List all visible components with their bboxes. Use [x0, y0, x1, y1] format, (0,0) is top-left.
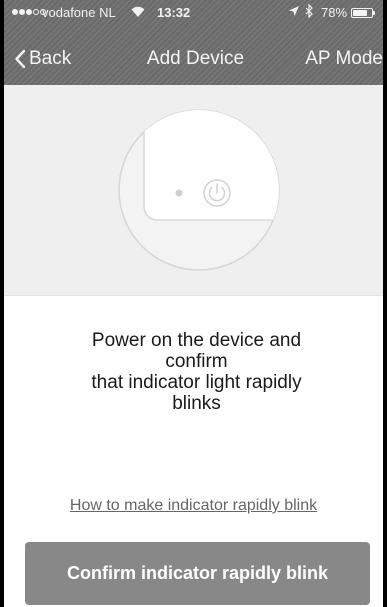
signal-dot	[12, 9, 18, 15]
bluetooth-icon	[305, 4, 313, 18]
nav-bar: Add Device Back AP Mode	[4, 42, 383, 76]
confirm-button[interactable]: Confirm indicator rapidly blink	[25, 542, 370, 605]
indicator-light-icon	[175, 189, 183, 197]
help-link[interactable]: How to make indicator rapidly blink	[4, 497, 383, 515]
clock: 13:32	[157, 5, 191, 20]
location-arrow-icon	[289, 6, 299, 16]
battery-icon	[351, 8, 373, 18]
screen: vodafone NL 13:32 78% Add Device Back AP…	[4, 0, 383, 607]
battery-tip	[373, 11, 375, 15]
signal-dot	[33, 9, 39, 15]
ap-mode-button[interactable]: AP Mode	[305, 42, 383, 76]
device-icon	[118, 109, 280, 271]
signal-dot	[26, 9, 32, 15]
carrier-name: vodafone NL	[42, 5, 116, 20]
instruction-line: Power on the device and	[91, 330, 302, 351]
back-button[interactable]: Back	[14, 42, 71, 76]
battery-percent: 78%	[321, 5, 348, 20]
instruction-line: that indicator light rapidly	[91, 372, 302, 393]
battery-fill	[353, 10, 368, 16]
instruction-line: blinks	[172, 393, 221, 414]
instruction-text: Power on the device and confirm that ind…	[44, 330, 349, 414]
status-bar: vodafone NL 13:32 78%	[4, 0, 383, 24]
device-illustration	[4, 85, 383, 296]
wifi-icon	[131, 6, 145, 17]
signal-strength-icon	[12, 9, 46, 15]
header: vodafone NL 13:32 78% Add Device Back AP…	[4, 0, 383, 85]
signal-dot	[19, 9, 25, 15]
instruction-line: confirm	[165, 351, 228, 372]
back-label: Back	[29, 48, 72, 69]
chevron-left-icon	[15, 49, 26, 69]
